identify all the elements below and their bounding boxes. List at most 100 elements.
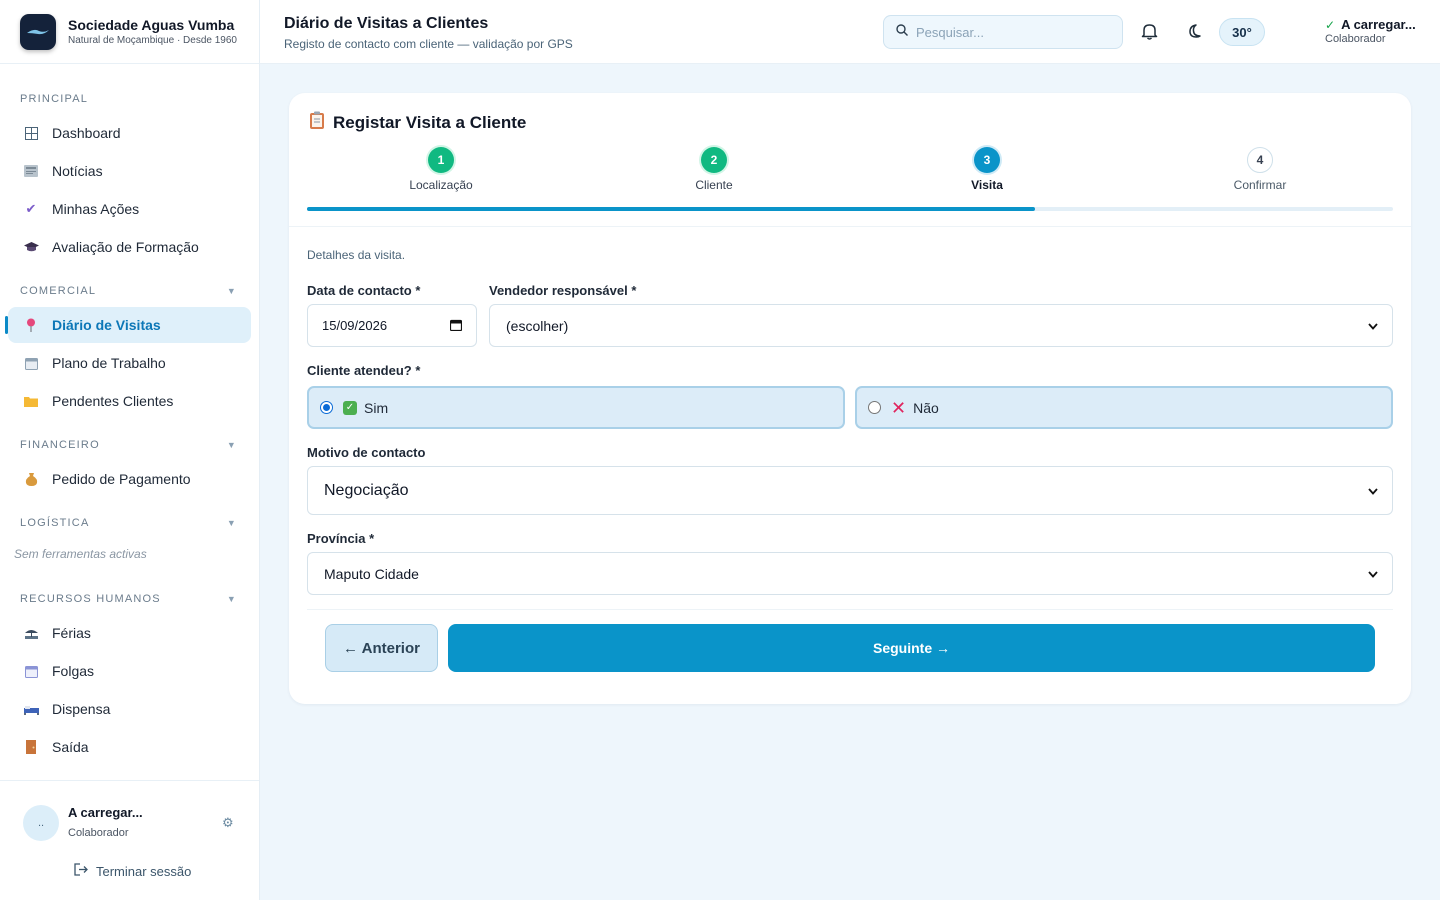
seller-value: (escolher) [506,317,569,334]
step-visita[interactable]: 3 Visita [927,147,1047,192]
moon-icon[interactable] [1182,20,1204,42]
step-confirmar[interactable]: 4 Confirmar [1200,147,1320,192]
sidebar-item-label: Dispensa [52,701,111,717]
contact-date-value: 15/09/2026 [322,318,388,333]
step-number: 1 [428,147,454,173]
sidebar-item-label: Saída [52,739,89,755]
pin-icon [22,316,40,334]
cross-icon: ✕ [891,397,907,418]
section-logistica[interactable]: LOGÍSTICA ▼ [0,517,259,529]
sidebar: Sociedade Aguas Vumba Natural de Moçambi… [0,0,260,900]
section-financeiro[interactable]: FINANCEIRO ▼ [0,439,259,451]
calendar-icon[interactable] [449,318,463,334]
step-localizacao[interactable]: 1 Localização [381,147,501,192]
money-bag-icon [22,470,40,488]
sidebar-item-minhas-acoes[interactable]: ✔ Minhas Ações [8,191,251,227]
sidebar-item-diario-visitas[interactable]: Diário de Visitas [5,307,251,343]
province-select[interactable]: Maputo Cidade [307,552,1393,595]
newspaper-icon [22,162,40,180]
logout-icon [74,863,88,879]
step-cliente[interactable]: 2 Cliente [654,147,774,192]
brand-name: Sociedade Aguas Vumba [68,17,235,33]
section-recursos-humanos[interactable]: RECURSOS HUMANOS ▼ [0,593,259,605]
sidebar-item-label: Pedido de Pagamento [52,471,191,487]
beach-icon [22,624,40,642]
sidebar-item-label: Minhas Ações [52,201,140,217]
visit-form-card: Registar Visita a Cliente 1 Localização … [289,93,1411,704]
sidebar-item-avaliacao-formacao[interactable]: Avaliação de Formação [8,229,251,265]
section-title: FINANCEIRO [20,439,100,451]
step-number: 2 [701,147,727,173]
grid-icon [22,124,40,142]
step-label: Localização [409,178,473,192]
sidebar-item-label: Folgas [52,663,95,679]
calendar-icon [22,354,40,372]
sidebar-item-folgas[interactable]: Folgas [8,653,251,689]
step-number: 4 [1247,147,1273,173]
reason-select[interactable]: Negociação [307,466,1393,515]
search-input[interactable] [916,24,1106,40]
sidebar-user-panel: .. A carregar... Colaborador ⚙ Terminar … [0,780,259,900]
sidebar-item-label: Pendentes Clientes [52,393,174,409]
sidebar-item-pedido-pagamento[interactable]: Pedido de Pagamento [8,461,251,497]
door-icon [22,738,40,756]
sidebar-item-label: Dashboard [52,125,121,141]
sidebar-item-ferias[interactable]: Férias [8,615,251,651]
sidebar-item-dashboard[interactable]: Dashboard [8,115,251,151]
sidebar-item-plano-trabalho[interactable]: Plano de Trabalho [8,345,251,381]
seller-select[interactable]: (escolher) [489,304,1393,347]
graduation-cap-icon [22,238,40,256]
attended-no-option[interactable]: ✕ Não [855,386,1393,429]
calendar-icon [22,662,40,680]
progress-fill [307,207,1035,211]
chevron-down-icon: ▼ [226,440,237,450]
reason-value: Negociação [324,481,409,499]
bell-icon[interactable] [1138,20,1160,42]
province-label: Província * [307,531,375,546]
step-hint: Detalhes da visita. [307,248,406,262]
checkmark-icon: ✔ [25,201,37,216]
brand-logo-icon [20,13,56,50]
radio-no[interactable] [868,401,881,414]
chevron-down-icon [1368,319,1378,333]
chevron-down-icon: ▼ [226,518,237,528]
empty-tools-text: Sem ferramentas activas [14,547,147,561]
sidebar-item-label: Notícias [52,163,103,179]
page-subtitle: Registo de contacto com cliente — valida… [284,37,573,51]
clipboard-icon [309,111,325,134]
radio-yes[interactable] [320,401,333,414]
sidebar-item-saida[interactable]: Saída [8,729,251,765]
step-label: Confirmar [1233,178,1287,192]
contact-date-field[interactable]: 15/09/2026 [307,304,477,347]
header-user[interactable]: ✓ A carregar... Colaborador [1325,17,1416,45]
client-attended-label: Cliente atendeu? * [307,363,421,378]
section-principal: PRINCIPAL [0,93,259,105]
seller-label: Vendedor responsável * [489,283,637,298]
previous-button[interactable]: ← Anterior [325,624,438,672]
attended-yes-option[interactable]: ✓ Sim [307,386,845,429]
sidebar-item-pendentes-clientes[interactable]: Pendentes Clientes [8,383,251,419]
sidebar-item-noticias[interactable]: Notícias [8,153,251,189]
gear-icon[interactable]: ⚙ [222,815,234,831]
header-user-name: A carregar... [1341,17,1416,32]
attended-no-label: Não [913,399,939,416]
next-button[interactable]: Seguinte → [448,624,1375,672]
brand-tagline: Natural de Moçambique · Desde 1960 [68,35,237,46]
attended-yes-label: Sim [364,399,389,416]
sidebar-item-dispensa[interactable]: Dispensa [8,691,251,727]
search-box[interactable] [883,15,1123,49]
search-icon [896,23,908,41]
brand: Sociedade Aguas Vumba Natural de Moçambi… [0,0,259,64]
chevron-down-icon [1368,567,1378,581]
logout-button[interactable]: Terminar sessão [74,863,191,879]
section-comercial[interactable]: COMERCIAL ▼ [0,285,259,297]
step-label: Visita [971,178,1003,192]
divider [289,226,1411,227]
form-title-text: Registar Visita a Cliente [333,112,527,132]
avatar[interactable]: .. [23,805,59,841]
bed-icon [22,700,40,718]
step-number: 3 [974,147,1000,173]
section-title: LOGÍSTICA [20,517,90,529]
sidebar-nav: PRINCIPAL Dashboard Notícias ✔ Minhas Aç… [0,64,259,780]
header-user-role: Colaborador [1325,33,1386,45]
